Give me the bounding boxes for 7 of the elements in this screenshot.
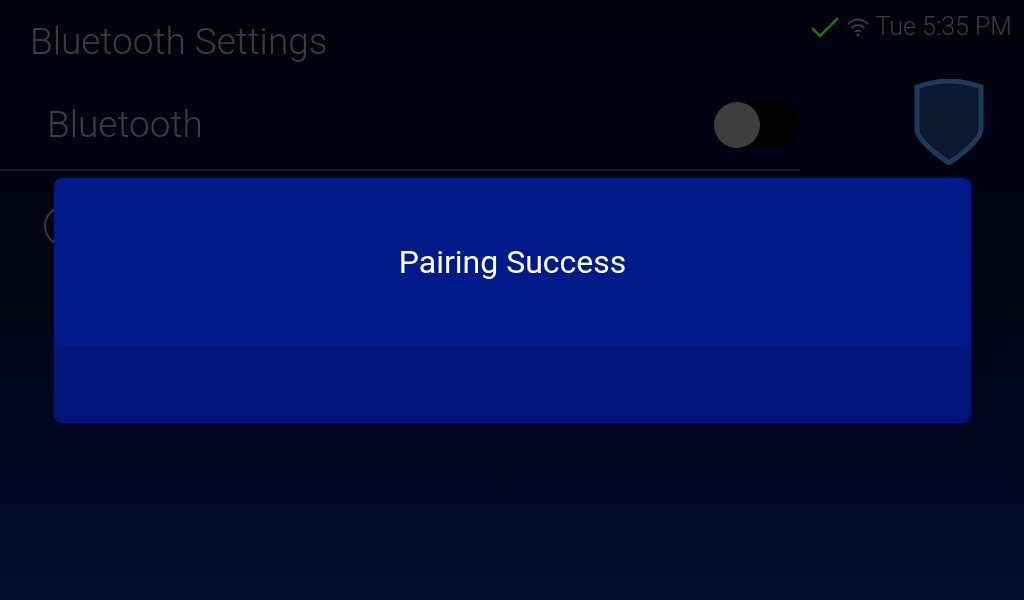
shield-icon [913,78,985,165]
page-title: Bluetooth Settings [29,19,328,65]
wifi-icon [845,16,870,37]
status-time: Tue 5:35 PM [875,11,1012,43]
dialog-message: Pairing Success [398,242,627,283]
bluetooth-toggle[interactable] [714,101,800,148]
bluetooth-label: Bluetooth [47,101,203,148]
